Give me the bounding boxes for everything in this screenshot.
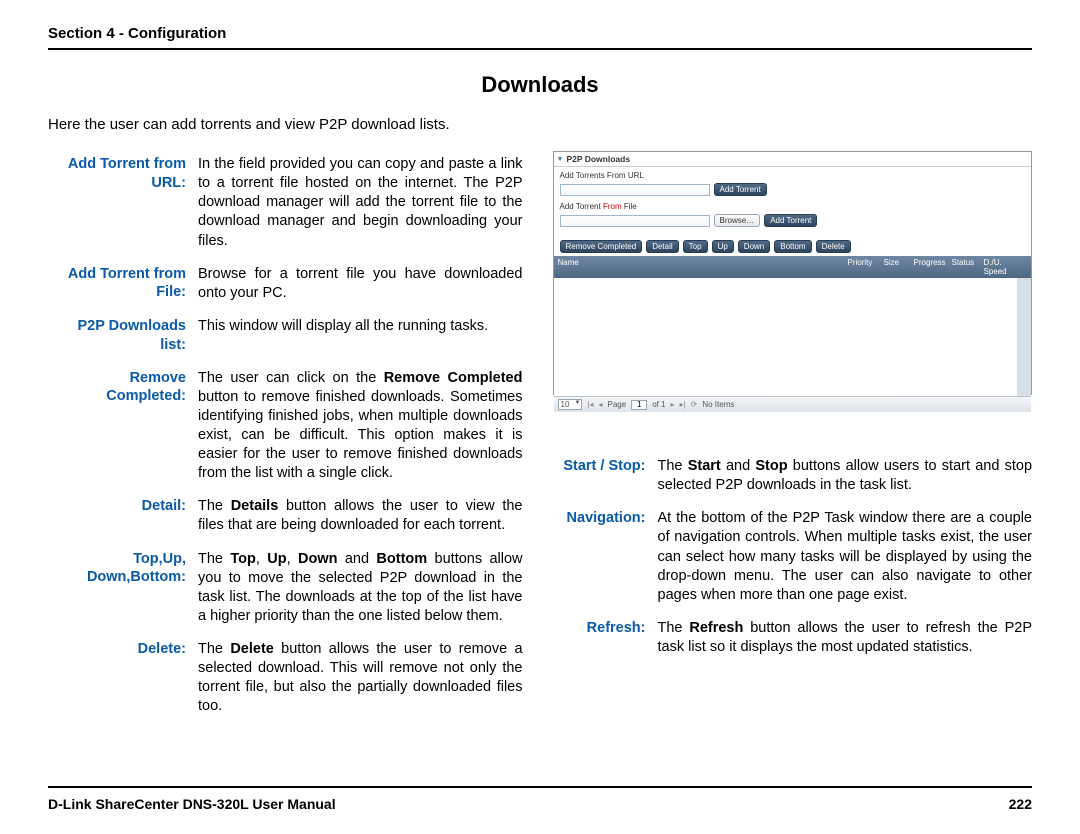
grid-body (554, 278, 1032, 396)
refresh-icon[interactable]: ⟳ (691, 400, 698, 409)
definition-desc: The user can click on the Remove Complet… (198, 369, 523, 484)
definition-row: Refresh:The Refresh button allows the us… (553, 619, 1033, 657)
content-columns: Add Torrent from URL:In the field provid… (48, 155, 1032, 731)
url-input[interactable] (560, 184, 710, 196)
pager-status: No Items (702, 400, 734, 409)
definition-row: Add Torrent from File:Browse for a torre… (48, 265, 523, 303)
definition-desc: This window will display all the running… (198, 317, 523, 355)
definition-row: Delete:The Delete button allows the user… (48, 640, 523, 717)
panel-title: P2P Downloads (554, 152, 1032, 167)
next-page-icon[interactable]: ▸ (671, 400, 675, 409)
col-status: Status (952, 258, 984, 276)
definition-term: P2P Downloads list: (48, 317, 198, 355)
definition-row: Add Torrent from URL:In the field provid… (48, 155, 523, 251)
definition-row: Detail:The Details button allows the use… (48, 497, 523, 535)
definition-row: Remove Completed:The user can click on t… (48, 369, 523, 484)
pager-page-label: Page (608, 400, 627, 409)
add-torrent-file-button[interactable]: Add Torrent (764, 214, 817, 227)
remove-completed-button[interactable]: Remove Completed (560, 240, 643, 253)
pager-of-label: of 1 (652, 400, 665, 409)
page-size-select[interactable]: 10 (558, 399, 583, 410)
definition-term: Delete: (48, 640, 198, 717)
left-column: Add Torrent from URL:In the field provid… (48, 155, 523, 731)
grid-header: NamePrioritySizeProgressStatusD./U. Spee… (554, 256, 1032, 278)
definition-desc: Browse for a torrent file you have downl… (198, 265, 523, 303)
col-priority: Priority (848, 258, 884, 276)
definition-row: Top,Up, Down,Bottom:The Top, Up, Down an… (48, 550, 523, 627)
definition-term: Remove Completed: (48, 369, 198, 484)
down-button[interactable]: Down (738, 240, 770, 253)
definition-term: Navigation: (553, 509, 658, 605)
delete-button[interactable]: Delete (816, 240, 851, 253)
browse-button[interactable]: Browse… (714, 214, 761, 227)
file-input[interactable] (560, 215, 710, 227)
pager: 10 |◂ ◂ Page of 1 ▸ ▸| ⟳ No Items (554, 396, 1032, 412)
definition-desc: In the field provided you can copy and p… (198, 155, 523, 251)
definition-desc: The Details button allows the user to vi… (198, 497, 523, 535)
col-d-u-speed: D./U. Speed (984, 258, 1028, 276)
intro-text: Here the user can add torrents and view … (48, 116, 1032, 133)
page-number-input[interactable] (631, 400, 647, 410)
definition-desc: The Top, Up, Down and Bottom buttons all… (198, 550, 523, 627)
definition-desc: The Refresh button allows the user to re… (658, 619, 1033, 657)
definition-term: Start / Stop: (553, 457, 658, 495)
page-title: Downloads (48, 72, 1032, 98)
col-progress: Progress (914, 258, 952, 276)
definition-row: P2P Downloads list:This window will disp… (48, 317, 523, 355)
definition-row: Navigation:At the bottom of the P2P Task… (553, 509, 1033, 605)
col-name: Name (558, 258, 848, 276)
detail-button[interactable]: Detail (646, 240, 678, 253)
footer-doc-title: D-Link ShareCenter DNS-320L User Manual (48, 796, 336, 812)
p2p-downloads-screenshot: P2P Downloads Add Torrents From URL Add … (553, 151, 1033, 395)
definition-row: Start / Stop:The Start and Stop buttons … (553, 457, 1033, 495)
action-toolbar: Remove CompletedDetail Top Up Down Bottom Del… (554, 237, 1032, 256)
top-button[interactable]: Top (683, 240, 708, 253)
definition-term: Add Torrent from File: (48, 265, 198, 303)
definition-desc: The Start and Stop buttons allow users t… (658, 457, 1033, 495)
section-header: Section 4 - Configuration (48, 25, 1032, 50)
definition-desc: At the bottom of the P2P Task window the… (658, 509, 1033, 605)
prev-page-icon[interactable]: ◂ (599, 400, 603, 409)
bottom-button[interactable]: Bottom (774, 240, 811, 253)
page-footer: D-Link ShareCenter DNS-320L User Manual … (48, 786, 1032, 812)
last-page-icon[interactable]: ▸| (680, 400, 686, 409)
add-torrent-url-button[interactable]: Add Torrent (714, 183, 767, 196)
up-button[interactable]: Up (712, 240, 734, 253)
definition-term: Refresh: (553, 619, 658, 657)
definition-term: Add Torrent from URL: (48, 155, 198, 251)
col-size: Size (884, 258, 914, 276)
first-page-icon[interactable]: |◂ (587, 400, 593, 409)
definition-term: Top,Up, Down,Bottom: (48, 550, 198, 627)
definition-term: Detail: (48, 497, 198, 535)
right-column: P2P Downloads Add Torrents From URL Add … (553, 155, 1033, 731)
add-from-file-label: Add Torrent From File (560, 202, 1026, 211)
footer-page-number: 222 (1009, 796, 1032, 812)
definition-desc: The Delete button allows the user to rem… (198, 640, 523, 717)
add-from-url-label: Add Torrents From URL (560, 171, 1026, 180)
